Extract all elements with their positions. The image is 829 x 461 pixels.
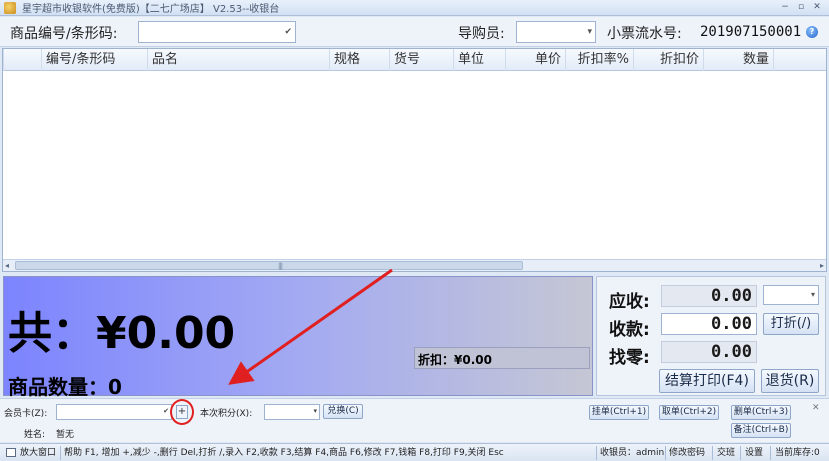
serial-number: 201907150001 <box>700 24 802 40</box>
change-value: 0.00 <box>661 341 757 363</box>
delete-order-button[interactable]: 删单(Ctrl+3) <box>731 405 791 420</box>
barcode-input[interactable]: ✔ <box>138 21 296 43</box>
points-select[interactable]: ▾ <box>264 404 320 420</box>
column-header-item-no[interactable]: 货号 <box>389 49 453 71</box>
title-bar: 星宇超市收银软件(免费版)【二七广场店】 V2.53--收银台 − ▫ ✕ <box>0 0 829 16</box>
app-icon <box>4 1 16 14</box>
member-name-value: 暂无 <box>56 430 75 440</box>
grid-header: 编号/条形码 品名 规格 货号 单位 单价 折扣率% 折扣价 数量 <box>3 49 826 71</box>
column-header-barcode[interactable]: 编号/条形码 <box>41 49 147 71</box>
search-row: 商品编号/条形码: ✔ 导购员: ▾ 小票流水号: 201907150001 ? <box>0 17 829 47</box>
divider <box>740 446 741 460</box>
minimize-button[interactable]: − <box>779 1 791 13</box>
chevron-down-icon[interactable]: ✔ <box>163 407 169 415</box>
payment-method-select[interactable]: ▾ <box>763 285 819 305</box>
shift-link[interactable]: 交班 <box>717 446 735 460</box>
divider <box>712 446 713 460</box>
help-icon[interactable]: ? <box>806 26 818 38</box>
maximize-button[interactable]: ▫ <box>795 1 807 13</box>
guide-label: 导购员: <box>458 26 505 42</box>
chevron-down-icon[interactable]: ✔ <box>284 27 292 37</box>
stock-info: 当前库存:0 <box>775 448 820 458</box>
window-controls: − ▫ ✕ <box>779 1 823 13</box>
divider <box>60 446 61 460</box>
product-grid[interactable]: 编号/条形码 品名 规格 货号 单位 单价 折扣率% 折扣价 数量 ◂ ||| … <box>2 48 827 272</box>
item-count: 商品数量：0 <box>8 375 122 399</box>
receivable-value: 0.00 <box>661 285 757 307</box>
retrieve-order-button[interactable]: 取单(Ctrl+2) <box>659 405 719 420</box>
scroll-left-icon[interactable]: ◂ <box>5 261 9 270</box>
column-header-name[interactable]: 品名 <box>147 49 329 71</box>
divider <box>596 446 597 460</box>
received-input[interactable]: 0.00 <box>661 313 757 335</box>
grip-icon: ||| <box>278 262 283 270</box>
divider <box>770 446 771 460</box>
column-header-blank <box>773 49 826 71</box>
change-label: 找零: <box>609 348 650 368</box>
member-card-input[interactable]: ✔ <box>56 404 172 420</box>
received-label: 收款: <box>609 320 650 340</box>
settings-link[interactable]: 设置 <box>745 446 763 460</box>
chevron-down-icon[interactable]: ▾ <box>811 290 815 299</box>
annotation-circle <box>170 399 194 425</box>
horizontal-scrollbar[interactable]: ◂ ||| ▸ <box>3 259 826 271</box>
window-icon <box>6 448 16 457</box>
discount-amount: 折扣：¥0.00 <box>418 353 492 367</box>
hold-order-button[interactable]: 挂单(Ctrl+1) <box>589 405 649 420</box>
column-header-unit[interactable]: 单位 <box>453 49 505 71</box>
cashier-info: 收银员：admin <box>600 448 665 458</box>
row-indicator-header <box>3 49 41 71</box>
checkout-print-button[interactable]: 结算打印(F4) <box>659 369 755 393</box>
note-button[interactable]: 备注(Ctrl+B) <box>731 423 791 438</box>
total-panel: 共：¥0.00 商品数量：0 折扣：¥0.00 <box>3 276 593 399</box>
member-row: 会员卡(Z): ✔ + 本次积分(X): ▾ 兑换(C) 姓名: 暂无 挂单(C… <box>0 398 829 442</box>
discount-button[interactable]: 打折(/) <box>763 313 819 335</box>
maximize-window-button[interactable]: 放大窗口 <box>20 446 56 460</box>
status-bar: 放大窗口 帮助 F1, 增加 +,减少 -,删行 Del,打折 /,录入 F2,… <box>0 443 829 461</box>
total-amount: 共：¥0.00 <box>8 308 236 359</box>
barcode-label: 商品编号/条形码: <box>10 26 118 42</box>
scroll-right-icon[interactable]: ▸ <box>820 261 824 270</box>
close-button[interactable]: ✕ <box>811 1 823 13</box>
guide-select[interactable]: ▾ <box>516 21 596 43</box>
column-header-quantity[interactable]: 数量 <box>703 49 773 71</box>
discount-display: 折扣：¥0.00 <box>414 347 590 369</box>
window-title: 星宇超市收银软件(免费版)【二七广场店】 V2.53--收银台 <box>22 4 280 15</box>
shortcut-help: 帮助 F1, 增加 +,减少 -,删行 Del,打折 /,录入 F2,收款 F3… <box>64 448 504 458</box>
close-icon[interactable]: ✕ <box>812 403 820 413</box>
chevron-down-icon[interactable]: ▾ <box>587 27 592 37</box>
payment-panel: 应收: 0.00 ▾ 收款: 0.00 打折(/) 找零: 0.00 结算打印(… <box>596 276 826 396</box>
member-name-label: 姓名: <box>24 430 46 440</box>
column-header-discount-rate[interactable]: 折扣率% <box>565 49 633 71</box>
scroll-thumb[interactable]: ||| <box>15 261 523 270</box>
member-card-label: 会员卡(Z): <box>4 409 48 419</box>
column-header-discount-price[interactable]: 折扣价 <box>633 49 703 71</box>
change-password-link[interactable]: 修改密码 <box>669 446 705 460</box>
serial-label: 小票流水号: <box>607 26 682 42</box>
column-header-price[interactable]: 单价 <box>505 49 565 71</box>
receivable-label: 应收: <box>609 292 650 312</box>
redeem-button[interactable]: 兑换(C) <box>323 404 363 419</box>
points-label: 本次积分(X): <box>200 409 253 419</box>
column-header-spec[interactable]: 规格 <box>329 49 389 71</box>
divider <box>665 446 666 460</box>
return-button[interactable]: 退货(R) <box>761 369 819 393</box>
chevron-down-icon[interactable]: ▾ <box>313 407 317 415</box>
